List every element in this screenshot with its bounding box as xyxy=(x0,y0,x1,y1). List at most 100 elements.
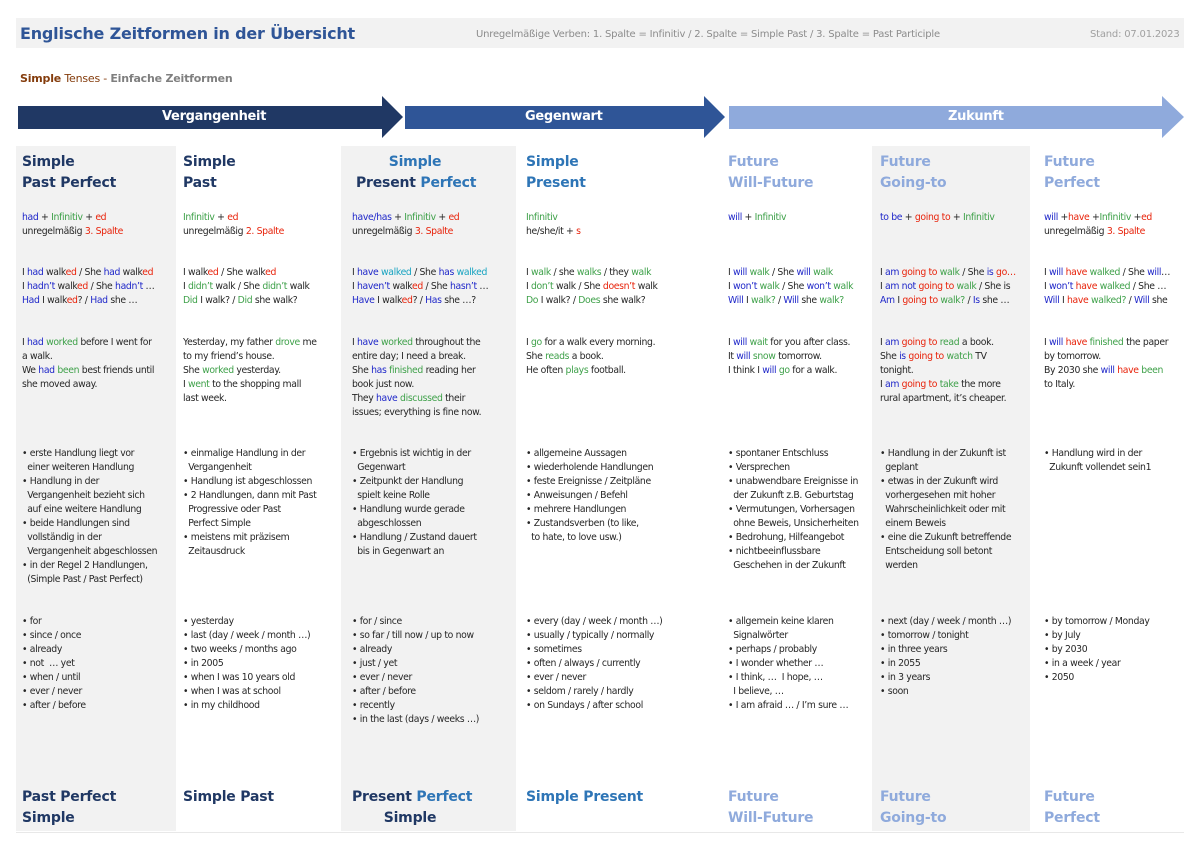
text-segment: walks xyxy=(576,267,602,278)
signal-word: • by 2030 xyxy=(1044,644,1088,655)
text-segment: have xyxy=(1065,267,1088,278)
text-segment: take xyxy=(939,379,959,390)
example-line: I didn’t walk / She didn’t walk xyxy=(183,280,310,294)
heading-line1: Simple xyxy=(22,154,75,170)
text-segment: their xyxy=(442,393,466,404)
text-segment: go xyxy=(778,365,790,376)
section-heading-german: Einfache Zeitformen xyxy=(110,72,233,85)
heading-line1: Simple xyxy=(388,154,442,170)
text-segment: throughout the xyxy=(412,337,481,348)
usage-line: • Versprechen xyxy=(728,462,790,473)
text-segment: not xyxy=(901,281,917,292)
text-segment: hasn’t xyxy=(450,281,477,292)
text-segment: / She xyxy=(959,267,987,278)
column-footer: Simple Present xyxy=(526,787,643,808)
text-segment: walk / She xyxy=(553,281,603,292)
usage-line: • 2 Handlungen, dann mit Past xyxy=(183,490,317,501)
text-segment: + xyxy=(741,212,755,223)
example-line: I won’t have walked / She … xyxy=(1044,280,1167,294)
footer-line1: Future xyxy=(880,789,931,805)
signal-word: • so far / till now / up to now xyxy=(352,630,474,641)
text-segment: ed xyxy=(66,295,78,306)
text-segment: won’t xyxy=(733,281,758,292)
signal-word: • tomorrow / tonight xyxy=(880,630,969,641)
usage-line: • Zustandsverben (to like, xyxy=(526,518,639,529)
signal-word: • since / once xyxy=(22,630,82,641)
text-segment: 3. Spalte xyxy=(414,226,453,237)
usage-line: to hate, to love usw.) xyxy=(526,532,622,543)
footer-line2: Will-Future xyxy=(728,810,814,826)
usage-line: • Handlung wird in der xyxy=(1044,448,1143,459)
text-segment: snow xyxy=(752,351,776,362)
text-segment: walk / She xyxy=(212,281,263,292)
text-segment: + xyxy=(391,212,405,223)
usage-line: • erste Handlung liegt vor xyxy=(22,448,135,459)
footer-line2: Going-to xyxy=(880,810,947,826)
column-footer: Past Perfect Simple xyxy=(22,787,116,829)
text-segment: She xyxy=(352,365,372,376)
text-segment: ed xyxy=(401,295,413,306)
example-line: Do I walk? / Does she walk? xyxy=(526,294,646,308)
text-segment: me xyxy=(299,337,317,348)
text-segment: walk xyxy=(635,281,658,292)
formula: will + Infinitiv xyxy=(728,211,787,225)
text-segment: will xyxy=(762,365,777,376)
signal-word: Signalwörter xyxy=(728,630,788,641)
text-segment: to be xyxy=(880,212,903,223)
usage-line: Geschehen in der Zukunft xyxy=(728,560,846,571)
text-segment: + xyxy=(950,212,963,223)
formula: have/has + Infinitiv + ed xyxy=(352,211,460,225)
sentence-line: I am going to take the more xyxy=(880,378,1001,392)
footer-line2: Simple xyxy=(22,810,75,826)
usage-line: vollständig in der xyxy=(22,532,102,543)
example-line: Have I walked? / Has she …? xyxy=(352,294,476,308)
text-segment: Did xyxy=(237,295,253,306)
formula: to be + going to + Infinitiv xyxy=(880,211,995,225)
formula-irregular: unregelmäßig 2. Spalte xyxy=(183,225,284,239)
text-segment: I think I xyxy=(728,365,763,376)
usage-line: • wiederholende Handlungen xyxy=(526,462,654,473)
usage-line: • in der Regel 2 Handlungen, xyxy=(22,560,148,571)
text-segment: Have xyxy=(352,295,375,306)
text-segment: walk? xyxy=(940,295,965,306)
signal-word: • ever / never xyxy=(526,672,587,683)
signal-word: • I wonder whether … xyxy=(728,658,824,669)
text-segment: Infinitiv xyxy=(754,212,787,223)
signal-word: I believe, … xyxy=(728,686,784,697)
heading-line1: Simple xyxy=(526,154,579,170)
arrow-label-vergangenheit: Vergangenheit xyxy=(162,109,267,124)
formula: will +have +Infinitiv +ed xyxy=(1044,211,1152,225)
text-segment: to the shopping mall xyxy=(209,379,302,390)
text-segment: she walk? xyxy=(600,295,646,306)
usage-line: Entscheidung soll betont xyxy=(880,546,993,557)
heading-line1: Future xyxy=(1044,154,1095,170)
section-heading-simple: Simple xyxy=(20,72,62,85)
usage-line: • Bedrohung, Hilfeangebot xyxy=(728,532,845,543)
text-segment: I xyxy=(1059,295,1067,306)
signal-word: • by tomorrow / Monday xyxy=(1044,616,1150,627)
text-segment: reads xyxy=(545,351,570,362)
text-segment: will xyxy=(733,337,747,348)
text-segment: By 2030 she xyxy=(1044,365,1101,376)
text-segment: Will xyxy=(728,295,744,306)
text-segment: she …? xyxy=(441,295,476,306)
sentence-line: They have discussed their xyxy=(352,392,465,406)
text-segment: has xyxy=(371,365,387,376)
text-segment: had xyxy=(27,267,44,278)
text-segment: Has xyxy=(425,295,442,306)
text-segment: go xyxy=(531,337,542,348)
text-segment: will xyxy=(796,267,811,278)
example-line: I will have walked / She will… xyxy=(1044,266,1170,280)
text-segment: been xyxy=(57,365,80,376)
usage-line: • mehrere Handlungen xyxy=(526,504,627,515)
usage-line: Wahrscheinlichkeit oder mit xyxy=(880,504,1006,515)
formula-irregular: he/she/it + s xyxy=(526,225,581,239)
text-segment: read xyxy=(939,337,960,348)
text-segment: + xyxy=(1131,212,1142,223)
sentence-line: We had been best friends until xyxy=(22,364,155,378)
usage-line: spielt keine Rolle xyxy=(352,490,430,501)
sentence-line: I am going to read a book. xyxy=(880,336,994,350)
text-segment: unregelmäßig xyxy=(22,226,85,237)
text-segment: entire day; I need a break. xyxy=(352,351,466,362)
text-segment: she xyxy=(798,295,820,306)
